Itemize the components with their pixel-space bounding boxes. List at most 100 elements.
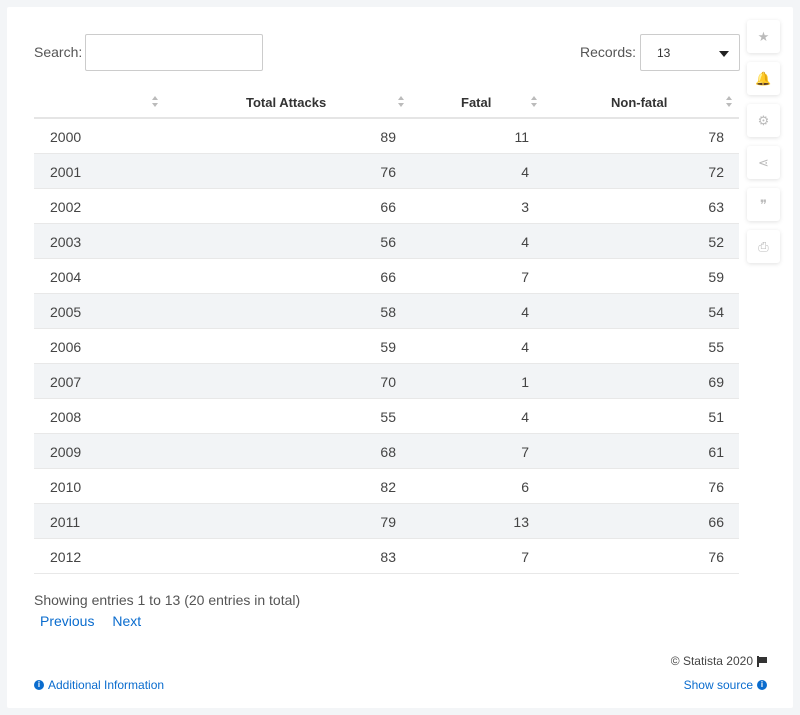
copyright: © Statista 2020 bbox=[671, 654, 767, 668]
quote-icon: ❞ bbox=[760, 196, 767, 212]
data-table: Total Attacks Fatal Non-fatal 2000 89 11 78… bbox=[34, 85, 739, 574]
cell-non-fatal: 66 bbox=[708, 514, 724, 530]
star-icon: ★ bbox=[757, 28, 770, 44]
sort-icon[interactable] bbox=[152, 96, 159, 108]
cell-fatal: 1 bbox=[521, 374, 529, 390]
sort-icon[interactable] bbox=[726, 96, 733, 108]
favorite-button[interactable]: ★ bbox=[747, 20, 780, 53]
cell-fatal: 7 bbox=[521, 269, 529, 285]
table-row: 2000 89 11 78 bbox=[34, 119, 739, 154]
cell-fatal: 4 bbox=[521, 234, 529, 250]
pagination: Previous Next bbox=[40, 613, 155, 629]
cell-fatal: 13 bbox=[513, 514, 529, 530]
cell-total-attacks: 89 bbox=[380, 129, 396, 145]
cell-fatal: 4 bbox=[521, 409, 529, 425]
table-row: 2009 68 7 61 bbox=[34, 434, 739, 469]
cell-total-attacks: 59 bbox=[380, 339, 396, 355]
cell-total-attacks: 58 bbox=[380, 304, 396, 320]
table-body: 2000 89 11 78 2001 76 4 72 2002 66 3 63 2003 56 4 52 200… bbox=[34, 119, 739, 574]
header-fatal[interactable]: Fatal bbox=[461, 95, 491, 110]
cell-year: 2005 bbox=[50, 304, 82, 320]
cell-total-attacks: 82 bbox=[380, 479, 396, 495]
cell-non-fatal: 63 bbox=[708, 199, 724, 215]
print-button[interactable]: ⎙ bbox=[747, 230, 780, 263]
additional-information-link[interactable]: i Additional Information bbox=[34, 678, 164, 692]
cell-fatal: 7 bbox=[521, 549, 529, 565]
previous-link[interactable]: Previous bbox=[40, 613, 94, 629]
cell-fatal: 4 bbox=[521, 164, 529, 180]
cell-year: 2009 bbox=[50, 444, 82, 460]
cite-button[interactable]: ❞ bbox=[747, 188, 780, 221]
cell-total-attacks: 66 bbox=[380, 269, 396, 285]
table-row: 2002 66 3 63 bbox=[34, 189, 739, 224]
cell-non-fatal: 54 bbox=[708, 304, 724, 320]
info-icon: i bbox=[757, 680, 767, 690]
cell-year: 2003 bbox=[50, 234, 82, 250]
cell-year: 2012 bbox=[50, 549, 82, 565]
table-row: 2007 70 1 69 bbox=[34, 364, 739, 399]
records-value: 13 bbox=[657, 46, 671, 60]
entries-summary: Showing entries 1 to 13 (20 entries in t… bbox=[34, 592, 301, 608]
cell-total-attacks: 70 bbox=[380, 374, 396, 390]
table-row: 2010 82 6 76 bbox=[34, 469, 739, 504]
cell-total-attacks: 55 bbox=[380, 409, 396, 425]
search-input[interactable] bbox=[85, 34, 263, 71]
cell-fatal: 4 bbox=[521, 339, 529, 355]
records-label: Records: bbox=[580, 44, 637, 60]
cell-year: 2001 bbox=[50, 164, 82, 180]
cell-year: 2010 bbox=[50, 479, 82, 495]
records-select[interactable]: 13 bbox=[640, 34, 740, 71]
cell-year: 2011 bbox=[50, 514, 81, 530]
info-icon: i bbox=[34, 680, 44, 690]
gear-icon: ⚙ bbox=[757, 112, 770, 128]
header-total-attacks[interactable]: Total Attacks bbox=[246, 95, 326, 110]
table-row: 2006 59 4 55 bbox=[34, 329, 739, 364]
show-source-link[interactable]: Show source i bbox=[684, 678, 767, 692]
cell-fatal: 11 bbox=[514, 129, 529, 145]
cell-fatal: 6 bbox=[521, 479, 529, 495]
cell-total-attacks: 66 bbox=[380, 199, 396, 215]
cell-non-fatal: 61 bbox=[708, 444, 724, 460]
cell-total-attacks: 68 bbox=[380, 444, 396, 460]
share-button[interactable]: ⋖ bbox=[747, 146, 780, 179]
table-row: 2008 55 4 51 bbox=[34, 399, 739, 434]
table-row: 2005 58 4 54 bbox=[34, 294, 739, 329]
cell-year: 2004 bbox=[50, 269, 82, 285]
chevron-down-icon bbox=[719, 51, 729, 57]
cell-year: 2000 bbox=[50, 129, 82, 145]
table-row: 2012 83 7 76 bbox=[34, 539, 739, 574]
cell-fatal: 3 bbox=[521, 199, 529, 215]
cell-year: 2007 bbox=[50, 374, 82, 390]
search-label: Search: bbox=[34, 44, 83, 60]
cell-non-fatal: 59 bbox=[708, 269, 724, 285]
table-row: 2004 66 7 59 bbox=[34, 259, 739, 294]
cell-non-fatal: 78 bbox=[708, 129, 724, 145]
sort-icon[interactable] bbox=[398, 96, 405, 108]
cell-total-attacks: 79 bbox=[380, 514, 396, 530]
cell-non-fatal: 51 bbox=[708, 409, 724, 425]
table-row: 2001 76 4 72 bbox=[34, 154, 739, 189]
table-header: Total Attacks Fatal Non-fatal bbox=[34, 85, 739, 119]
cell-year: 2002 bbox=[50, 199, 82, 215]
cell-total-attacks: 56 bbox=[380, 234, 396, 250]
table-row: 2011 79 13 66 bbox=[34, 504, 739, 539]
print-icon: ⎙ bbox=[758, 238, 769, 254]
additional-information-label: Additional Information bbox=[48, 678, 165, 692]
next-link[interactable]: Next bbox=[112, 613, 141, 629]
sort-icon[interactable] bbox=[531, 96, 538, 108]
cell-non-fatal: 72 bbox=[708, 164, 724, 180]
cell-non-fatal: 76 bbox=[708, 549, 724, 565]
cell-non-fatal: 76 bbox=[708, 479, 724, 495]
cell-fatal: 7 bbox=[521, 444, 529, 460]
settings-button[interactable]: ⚙ bbox=[747, 104, 780, 137]
show-source-label: Show source bbox=[683, 678, 753, 692]
notifications-button[interactable]: 🔔 bbox=[747, 62, 780, 95]
cell-year: 2008 bbox=[50, 409, 82, 425]
side-toolbar: ★ 🔔 ⚙ ⋖ ❞ ⎙ bbox=[747, 20, 780, 272]
share-icon: ⋖ bbox=[758, 154, 769, 170]
header-non-fatal[interactable]: Non-fatal bbox=[611, 95, 667, 110]
flag-icon[interactable] bbox=[757, 656, 767, 667]
table-row: 2003 56 4 52 bbox=[34, 224, 739, 259]
cell-fatal: 4 bbox=[521, 304, 529, 320]
cell-non-fatal: 52 bbox=[708, 234, 724, 250]
